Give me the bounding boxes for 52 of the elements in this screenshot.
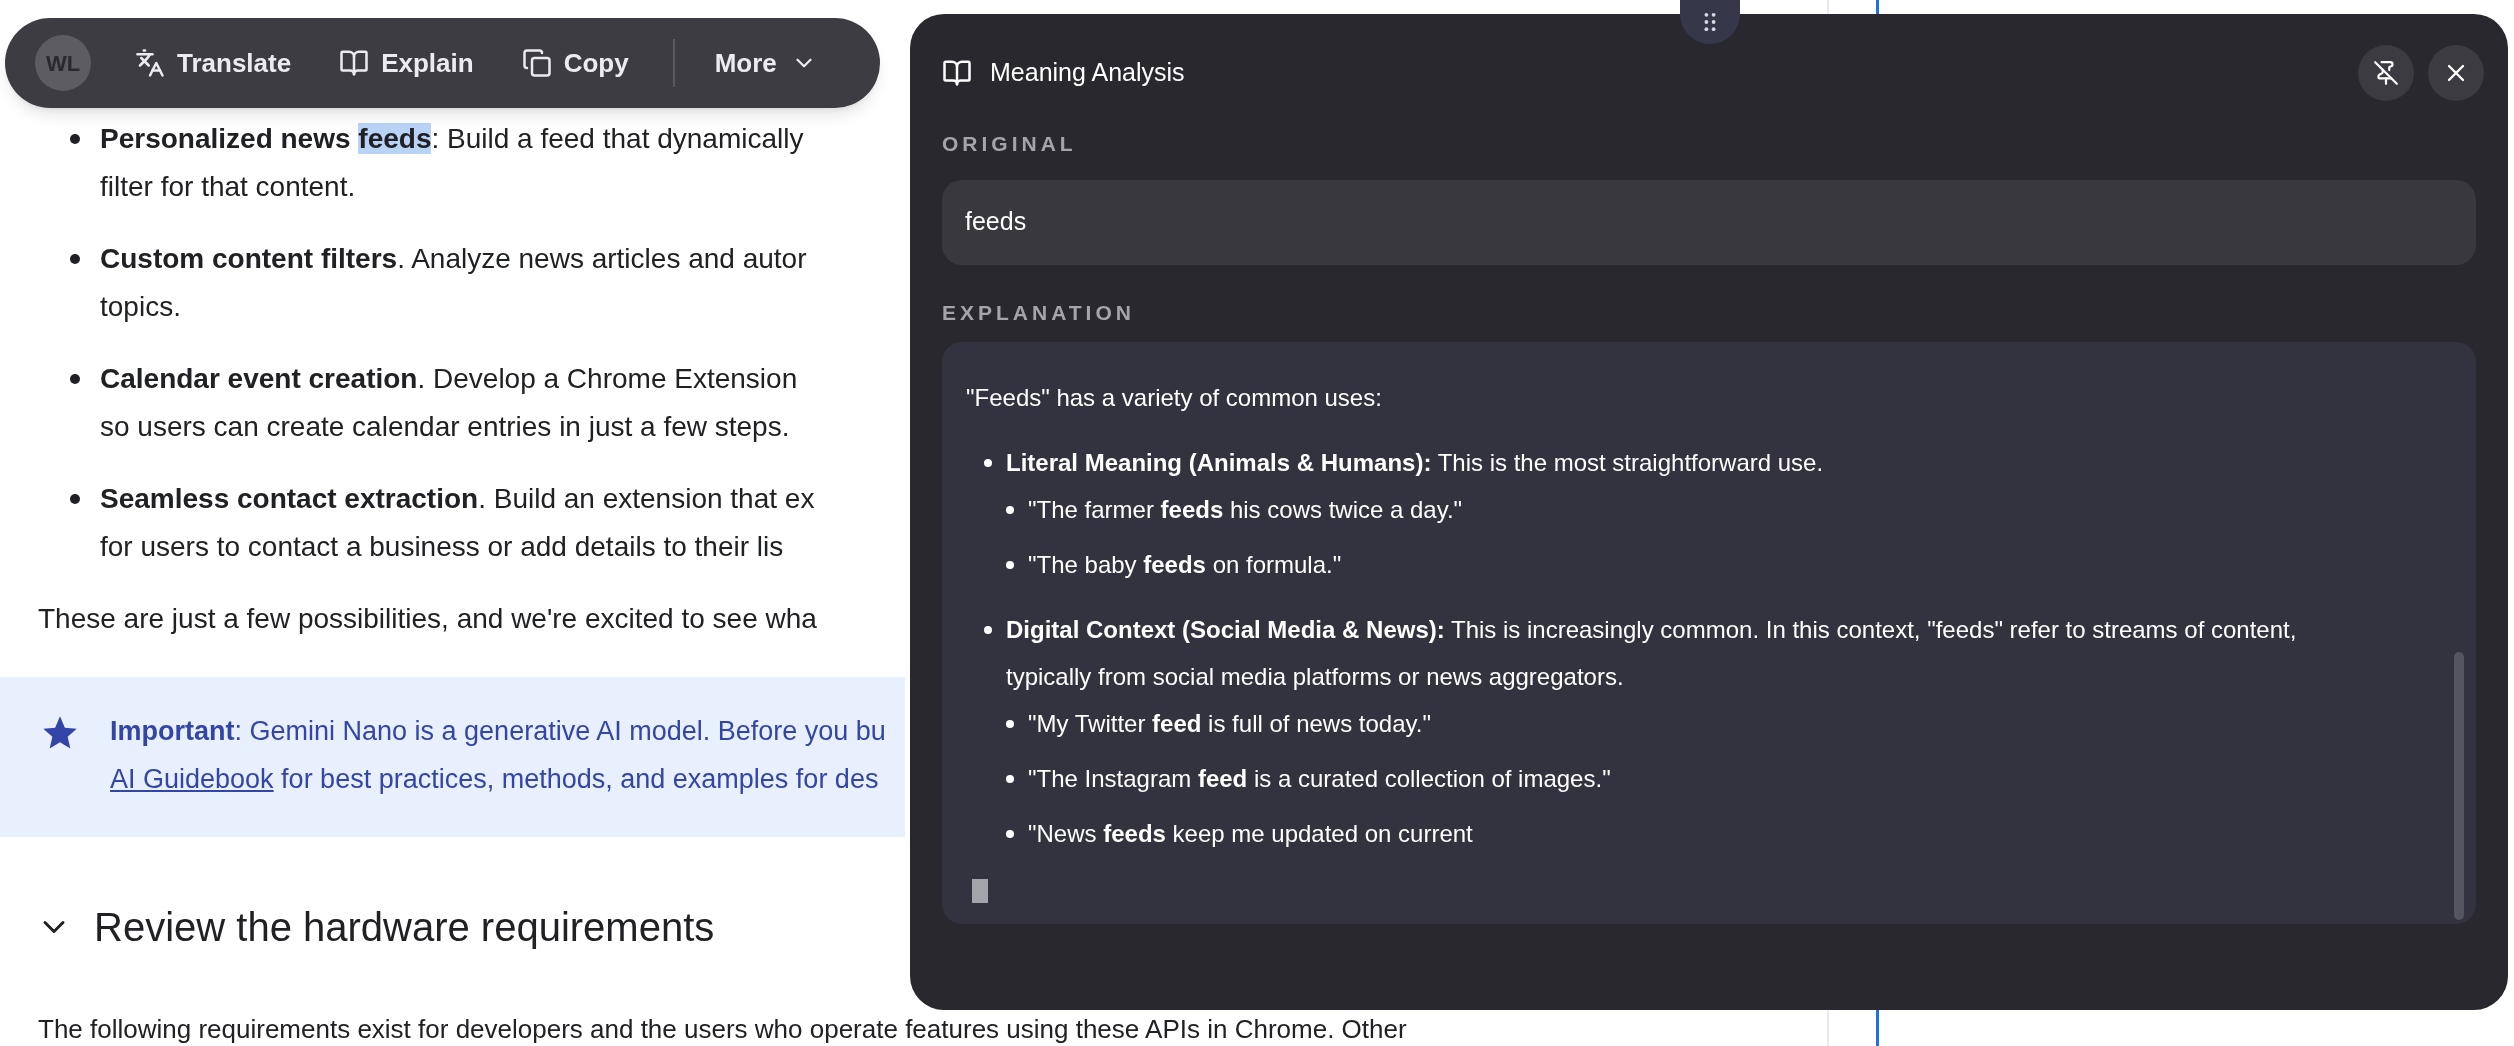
- panel-title: Meaning Analysis: [990, 57, 1185, 89]
- unpin-button[interactable]: [2358, 45, 2414, 101]
- example-text: "News feeds keep me updated on current: [1028, 819, 1473, 849]
- drag-handle[interactable]: [1680, 0, 1740, 44]
- paragraph-text: These are just a few possibilities, and we're excited to see wha: [37, 602, 818, 636]
- book-icon: [339, 48, 370, 78]
- paragraph-text: The following requirements exist for developers and the users who operate features using these APIs in Chrome. Other: [38, 1013, 1407, 1046]
- book-icon: [942, 58, 972, 88]
- list-item-text: for users to contact a business or add details to their lis: [100, 530, 785, 564]
- list-item-text: Custom content filters. Analyze news articles and autor: [100, 242, 807, 276]
- explanation-text: Literal Meaning (Animals & Humans): This is the most straightforward use.: [1006, 448, 1824, 478]
- close-button[interactable]: [2428, 45, 2484, 101]
- list-item-text: Seamless contact extraction. Build an extension that ex: [100, 482, 815, 516]
- bullet-icon: [70, 494, 80, 504]
- more-button[interactable]: More: [714, 43, 817, 83]
- toolbar-button[interactable]: Translate: [131, 43, 296, 83]
- explanation-text: Digital Context (Social Media & News): This is increasingly common. In this context, "feeds" refer to streams of content, typically from social media platforms or news aggregators.: [1006, 615, 2298, 692]
- callout-text: for best practices, methods, and examples for des: [280, 763, 879, 796]
- bullet-icon: [70, 254, 80, 264]
- guidebook-link[interactable]: AI Guidebook: [110, 755, 274, 803]
- example-text: "The farmer feeds his cows twice a day.": [1028, 495, 1463, 525]
- bullet-icon: [984, 459, 992, 467]
- text-cursor: [972, 879, 988, 903]
- scrollbar[interactable]: [2454, 652, 2464, 920]
- original-field: feeds: [942, 179, 2476, 265]
- list-item-text: Calendar event creation. Develop a Chrome Extension: [100, 362, 798, 396]
- bullet-icon: [70, 374, 80, 384]
- example-text: "My Twitter feed is full of news today.": [1028, 709, 1431, 739]
- bullet-icon: [1006, 506, 1014, 514]
- bullet-icon: [984, 626, 992, 634]
- translate-icon: [135, 48, 165, 78]
- copy-icon: [521, 48, 552, 78]
- list-item-text: topics.: [100, 290, 182, 324]
- bullet-icon: [1006, 720, 1014, 728]
- list-item-text: filter for that content.: [100, 170, 357, 204]
- example-text: "The baby feeds on formula.": [1028, 550, 1342, 580]
- drag-dots-icon: [1704, 12, 1716, 32]
- bullet-icon: [70, 134, 80, 144]
- bullet-icon: [1006, 830, 1014, 838]
- example-text: "The Instagram feed is a curated collection of images.": [1028, 764, 1611, 794]
- list-item-text: Personalized news feeds: Build a feed that dynamically: [100, 122, 804, 156]
- toolbar-button[interactable]: Explain: [335, 43, 478, 83]
- bullet-icon: [1006, 775, 1014, 783]
- pin-off-icon: [2373, 60, 2399, 86]
- explanation-text: "Feeds" has a variety of common uses:: [966, 383, 1383, 413]
- section-heading: Review the hardware requirements: [94, 904, 715, 951]
- toolbar-button[interactable]: Copy: [517, 43, 633, 83]
- section-label: ORIGINAL: [942, 131, 1078, 157]
- section-label: EXPLANATION: [942, 299, 1136, 326]
- callout-text: Important: Gemini Nano is a generative AI model. Before you bu: [110, 715, 886, 748]
- list-item-text: so users can create calendar entries in just a few steps.: [100, 410, 791, 444]
- bullet-icon: [1006, 561, 1014, 569]
